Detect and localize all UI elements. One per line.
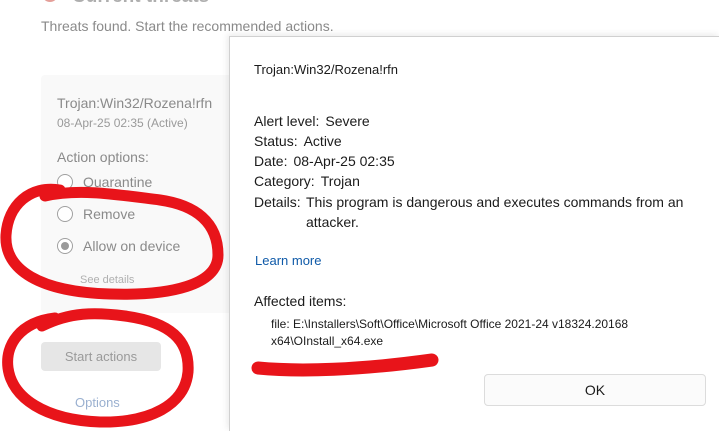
alert-level-key: Alert level: <box>254 113 320 129</box>
threats-found-subtitle: Threats found. Start the recommended act… <box>41 18 334 34</box>
quarantine-label: Quarantine <box>83 174 153 190</box>
details-key: Details: <box>254 194 301 210</box>
current-threats-header: Current threats <box>42 0 342 8</box>
start-actions-button[interactable]: Start actions <box>41 342 161 371</box>
options-link[interactable]: Options <box>75 395 120 410</box>
date-row: Date: 08-Apr-25 02:35 <box>254 153 395 169</box>
ok-button[interactable]: OK <box>484 374 706 406</box>
affected-file-path: file: E:\Installers\Soft\Office\Microsof… <box>271 317 629 348</box>
bg-threat-date: 08-Apr-25 02:35 (Active) <box>57 116 188 130</box>
details-value: This program is dangerous and executes c… <box>306 194 684 230</box>
dialog-threat-name: Trojan:Win32/Rozena!rfn <box>254 62 399 77</box>
date-value: 08-Apr-25 02:35 <box>293 153 395 169</box>
status-key: Status: <box>254 133 298 149</box>
action-options-label: Action options: <box>57 149 149 165</box>
category-row: Category: Trojan <box>254 173 360 189</box>
alert-level-value: Severe <box>325 113 370 129</box>
threat-warning-icon <box>42 0 58 2</box>
remove-radio[interactable] <box>57 206 73 222</box>
see-details-link[interactable]: See details <box>80 274 134 286</box>
option-remove[interactable]: Remove <box>57 204 135 224</box>
affected-items-label: Affected items: <box>254 293 347 309</box>
remove-label: Remove <box>83 206 136 222</box>
alert-level-row: Alert level: Severe <box>254 113 370 129</box>
bg-threat-name[interactable]: Trojan:Win32/Rozena!rfn <box>57 95 212 111</box>
option-quarantine[interactable]: Quarantine <box>57 172 152 192</box>
learn-more-link[interactable]: Learn more <box>255 253 321 268</box>
status-value: Active <box>303 133 342 149</box>
option-allow-on-device[interactable]: Allow on device <box>57 236 180 256</box>
category-value: Trojan <box>320 173 360 189</box>
allow-on-device-label: Allow on device <box>83 238 181 254</box>
threat-details-dialog: Trojan:Win32/Rozena!rfn Alert level: Seve… <box>229 36 719 431</box>
allow-on-device-radio[interactable] <box>57 238 73 254</box>
status-row: Status: Active <box>254 133 342 149</box>
category-key: Category: <box>254 173 315 189</box>
current-threats-title: Current threats <box>72 0 209 8</box>
quarantine-radio[interactable] <box>57 174 73 190</box>
date-key: Date: <box>254 153 288 169</box>
